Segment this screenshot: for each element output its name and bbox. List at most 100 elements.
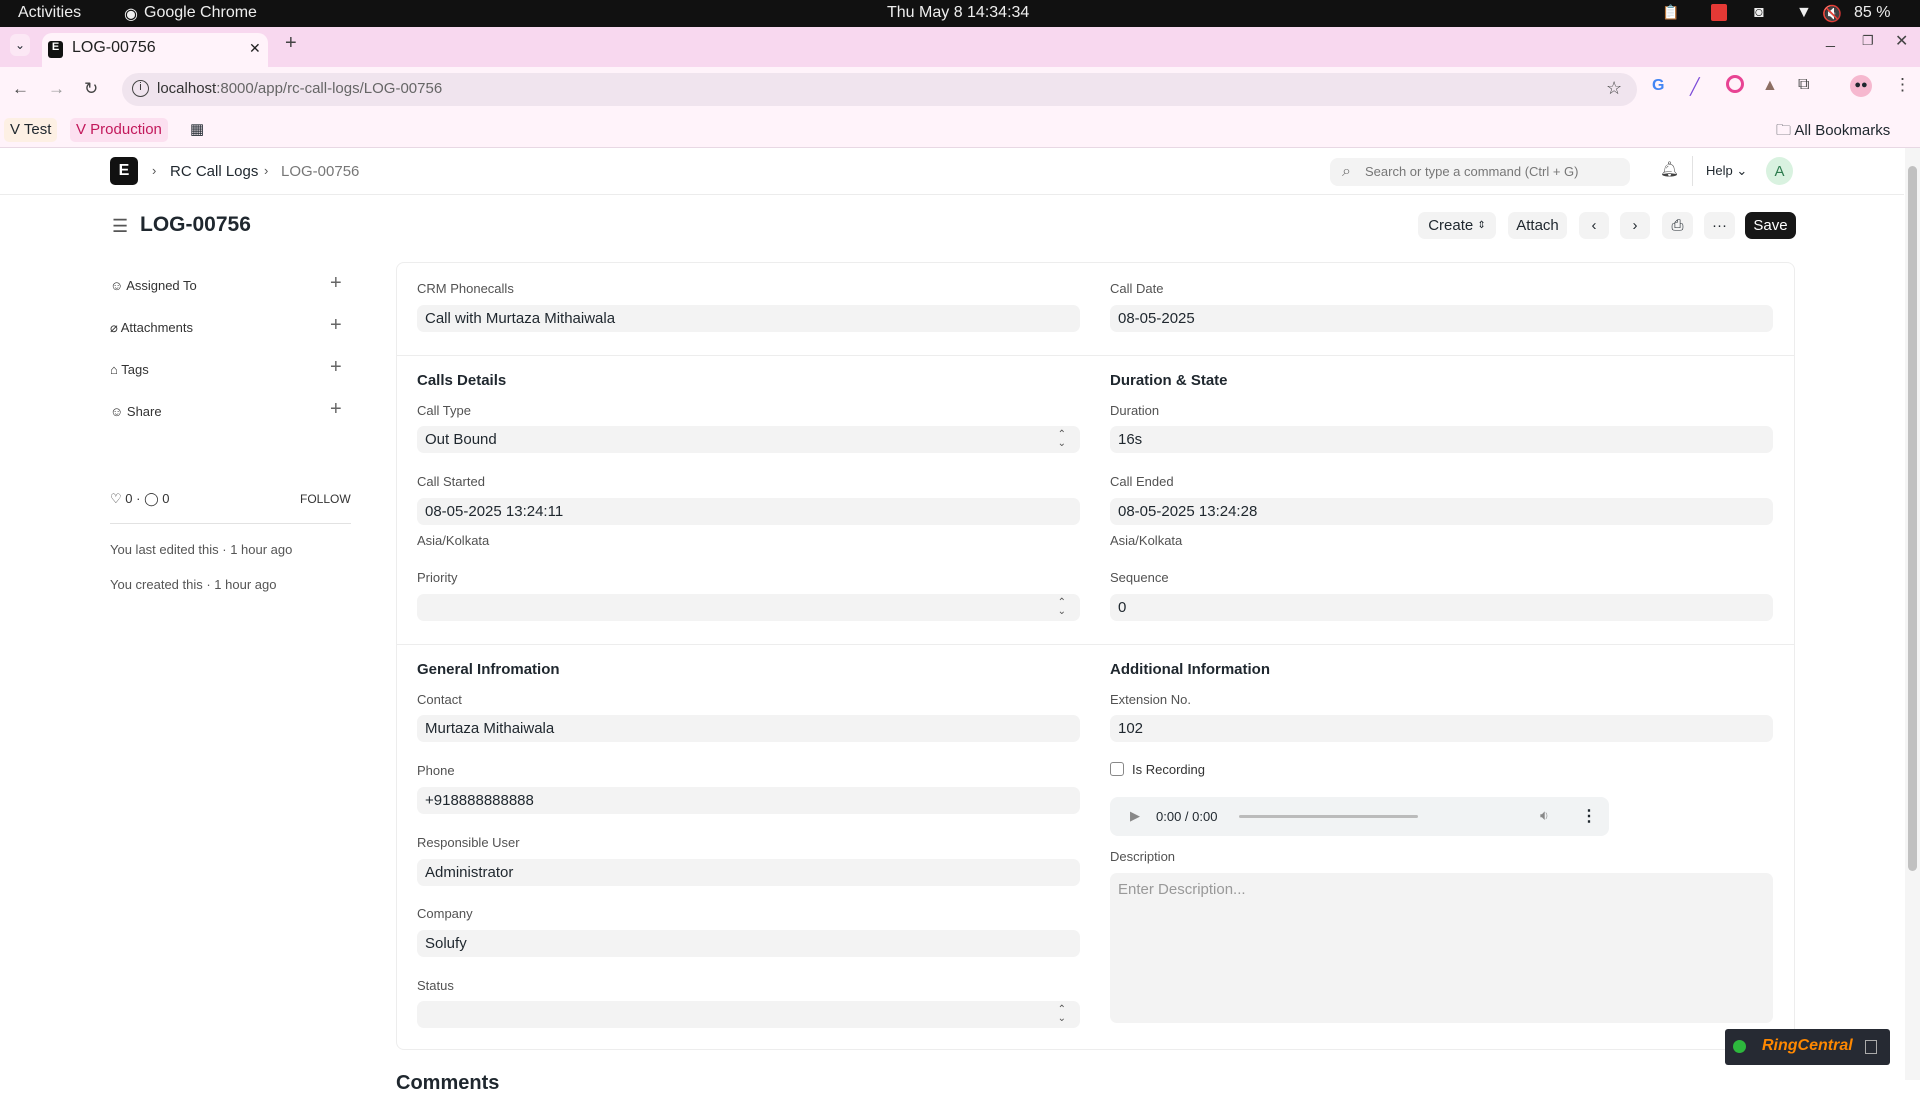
call-date-field[interactable]: 08-05-2025 — [1110, 305, 1773, 332]
audio-player: ▶ 0:00 / 0:00 🔉︎ ⋮ — [1110, 797, 1609, 836]
mute-icon[interactable]: 🔇 — [1822, 4, 1842, 24]
call-type-select[interactable]: Out Bound ⌃ ⌄ — [417, 426, 1080, 453]
new-tab-button[interactable]: + — [285, 32, 297, 55]
battery-indicator[interactable]: 85 % — [1854, 4, 1890, 22]
next-doc-button[interactable]: › — [1620, 212, 1650, 239]
back-button[interactable]: ← — [12, 79, 29, 99]
folder-icon: 🗀 — [1776, 122, 1792, 139]
all-bookmarks[interactable]: 🗀 All Bookmarks — [1776, 120, 1890, 145]
url-text[interactable]: localhost:8000/app/rc-call-logs/LOG-0075… — [157, 80, 442, 97]
search-bar[interactable]: ⌕ Search or type a command (Ctrl + G) — [1330, 158, 1630, 186]
divider — [110, 523, 351, 524]
user-avatar[interactable]: A — [1766, 157, 1793, 185]
chrome-menu-icon[interactable]: ⋮ — [1894, 75, 1911, 95]
add-share-button[interactable]: + — [330, 398, 342, 421]
profile-avatar[interactable]: ●● — [1850, 75, 1872, 97]
comments-heading: Comments — [396, 1072, 500, 1094]
clipboard-icon[interactable]: 📋 — [1662, 4, 1679, 21]
description-textarea[interactable]: Enter Description... — [1110, 873, 1773, 1023]
print-button[interactable]: ⎙ — [1662, 212, 1693, 239]
like-counter[interactable]: ♡ 0 · ◯ 0 — [110, 491, 170, 507]
company-field[interactable]: Solufy — [417, 930, 1080, 957]
sidebar-item-tags[interactable]: ⌂ Tags — [110, 362, 149, 377]
wifi-icon[interactable]: ▼ — [1796, 4, 1812, 22]
extension-field[interactable]: 102 — [1110, 715, 1773, 742]
forward-button[interactable]: → — [48, 79, 65, 99]
page-scrollbar[interactable] — [1905, 148, 1920, 1080]
activities-button[interactable]: Activities — [18, 4, 81, 22]
status-select[interactable]: ⌃ ⌄ — [417, 1001, 1080, 1028]
help-dropdown[interactable]: Help ⌄ — [1706, 163, 1747, 179]
sequence-label: Sequence — [1110, 570, 1169, 585]
sidebar-item-attachments[interactable]: ⌀ Attachments — [110, 320, 193, 336]
call-date-label: Call Date — [1110, 281, 1164, 296]
priority-select[interactable]: ⌃ ⌄ — [417, 594, 1080, 621]
sidebar-toggle-icon[interactable]: ☰ — [112, 216, 128, 237]
create-button[interactable]: Create ⇕ — [1418, 212, 1496, 239]
notification-bell-icon[interactable]: 🔔︎ — [1660, 160, 1679, 178]
scrollbar-thumb[interactable] — [1908, 166, 1917, 871]
app-indicator-icon[interactable] — [1711, 4, 1727, 21]
play-icon[interactable]: ▶ — [1130, 808, 1140, 824]
call-started-field[interactable]: 08-05-2025 13:24:11 — [417, 498, 1080, 525]
translate-extension-icon[interactable]: G — [1652, 77, 1664, 95]
paperclip-icon: ⌀ — [110, 320, 118, 335]
discord-icon[interactable]: ◙ — [1754, 4, 1764, 22]
address-bar[interactable]: i localhost:8000/app/rc-call-logs/LOG-00… — [122, 73, 1637, 106]
attach-button[interactable]: Attach — [1508, 212, 1567, 239]
audio-more-icon[interactable]: ⋮ — [1581, 806, 1597, 826]
contact-field[interactable]: Murtaza Mithaiwala — [417, 715, 1080, 742]
page-title: LOG-00756 — [140, 213, 251, 236]
search-icon: ⌕ — [1342, 163, 1351, 180]
search-input[interactable]: Search or type a command (Ctrl + G) — [1365, 164, 1579, 179]
call-ended-field[interactable]: 08-05-2025 13:24:28 — [1110, 498, 1773, 525]
audio-seek-bar[interactable] — [1239, 815, 1418, 818]
duration-field[interactable]: 16s — [1110, 426, 1773, 453]
sidebar-item-assigned-to[interactable]: ☺ Assigned To — [110, 278, 197, 293]
ringcentral-logo: RingCentral — [1762, 1037, 1853, 1054]
clock[interactable]: Thu May 8 14:34:34 — [887, 4, 1029, 22]
bookmark-v-test[interactable]: V Test — [4, 118, 58, 142]
add-assignee-button[interactable]: + — [330, 272, 342, 295]
save-button[interactable]: Save — [1745, 212, 1796, 239]
close-window-button[interactable]: ✕ — [1895, 31, 1908, 51]
expand-widget-icon[interactable] — [1865, 1040, 1877, 1054]
description-label: Description — [1110, 849, 1176, 864]
responsible-user-field[interactable]: Administrator — [417, 859, 1080, 886]
chrome-icon: ◉ — [124, 6, 138, 23]
status-dot — [1733, 1040, 1746, 1053]
breadcrumb-current[interactable]: LOG-00756 — [281, 163, 359, 180]
color-extension-icon[interactable] — [1726, 75, 1744, 93]
browser-tab[interactable]: E LOG-00756 ✕ — [42, 33, 268, 67]
tab-search-button[interactable]: ⌄ — [10, 34, 30, 56]
phone-field[interactable]: +918888888888 — [417, 787, 1080, 814]
restore-button[interactable]: ❐ — [1862, 33, 1874, 49]
add-tag-button[interactable]: + — [330, 356, 342, 379]
company-label: Company — [417, 906, 473, 921]
bookmark-v-production[interactable]: V Production — [70, 118, 168, 142]
pen-extension-icon[interactable]: ╱ — [1690, 77, 1700, 97]
section-calls-details: Calls Details — [417, 372, 507, 389]
add-attachment-button[interactable]: + — [330, 314, 342, 337]
ringcentral-widget[interactable]: RingCentral — [1725, 1029, 1890, 1065]
more-actions-button[interactable]: ··· — [1704, 212, 1735, 239]
select-arrows-icon: ⌃ ⌄ — [1057, 597, 1066, 617]
site-info-icon[interactable]: i — [132, 80, 149, 97]
follow-button[interactable]: FOLLOW — [300, 492, 351, 506]
monkey-extension-icon[interactable]: ▲ — [1762, 77, 1778, 95]
bookmark-star-icon[interactable]: ☆ — [1606, 78, 1622, 99]
is-recording-checkbox[interactable] — [1110, 762, 1124, 776]
crm-phonecalls-field[interactable]: Call with Murtaza Mithaiwala — [417, 305, 1080, 332]
close-tab-icon[interactable]: ✕ — [249, 40, 261, 57]
breadcrumb-rc-call-logs[interactable]: RC Call Logs — [170, 163, 258, 180]
extensions-icon[interactable]: ⧉ — [1798, 76, 1809, 94]
volume-icon[interactable]: 🔉︎ — [1540, 807, 1549, 824]
reload-button[interactable]: ↻ — [84, 79, 98, 99]
sidebar-item-share[interactable]: ☺ Share — [110, 404, 162, 419]
sequence-field[interactable]: 0 — [1110, 594, 1773, 621]
active-app-label: Google Chrome — [144, 4, 257, 21]
apps-grid-icon[interactable]: ▦ — [190, 120, 204, 138]
app-logo[interactable]: E — [110, 157, 138, 185]
minimize-button[interactable]: _ — [1826, 31, 1835, 49]
previous-doc-button[interactable]: ‹ — [1579, 212, 1609, 239]
